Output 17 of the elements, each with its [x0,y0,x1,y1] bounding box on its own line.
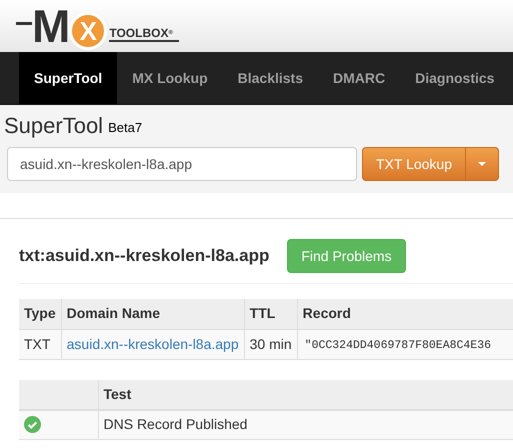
table-cell: 30 min [244,329,298,359]
domain-input[interactable]: asuid.xn--kreskolen-l8a.app [7,147,357,181]
domain-link[interactable]: asuid.xn--kreskolen-l8a.app [66,336,239,352]
dropdown-button[interactable] [466,147,500,181]
nav-tab[interactable]: Blacklists [222,52,318,104]
nav-tab[interactable]: Diagnostics [400,52,510,104]
check-circle-icon [24,416,41,434]
caret-icon [478,162,486,166]
nav-tab[interactable]: MX Lookup [117,52,223,104]
version-label: Beta7 [108,119,142,137]
nav-tab[interactable]: SuperTool [19,52,118,104]
result-heading: txt:asuid.xn--kreskolen-l8a.app [19,245,270,268]
table-cell: DNS Record Published [98,410,513,440]
page-title: SuperTool [4,113,104,139]
table-cell: TXT [19,329,62,359]
nav-tab[interactable]: DMARC [318,52,400,104]
table-cell: "0CC324DD4069787F80EA8C4E36 [304,339,492,352]
